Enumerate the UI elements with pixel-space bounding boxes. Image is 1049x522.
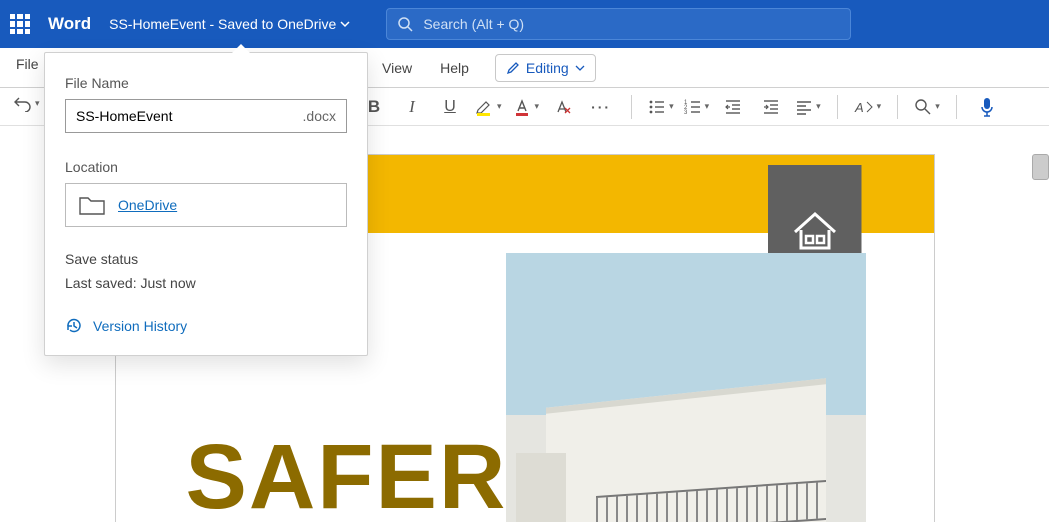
- clear-formatting-button[interactable]: [549, 93, 577, 121]
- search-icon: [914, 98, 932, 116]
- search-input[interactable]: Search (Alt + Q): [386, 8, 851, 40]
- chevron-down-icon: [575, 63, 585, 73]
- filename-extension: .docx: [303, 108, 336, 124]
- styles-icon: A: [854, 98, 874, 116]
- location-button[interactable]: OneDrive: [65, 183, 347, 227]
- chevron-down-icon: ▾: [35, 98, 40, 109]
- chevron-down-icon: ▾: [877, 101, 882, 112]
- svg-text:3: 3: [684, 110, 688, 116]
- separator: [837, 95, 838, 119]
- microphone-icon: [979, 97, 995, 117]
- search-icon: [397, 16, 413, 32]
- styles-button[interactable]: A ▾: [854, 98, 882, 116]
- dictate-button[interactable]: [973, 93, 1001, 121]
- number-list-icon: 123: [684, 98, 702, 116]
- highlighter-icon: [474, 97, 494, 117]
- increase-indent-button[interactable]: [757, 93, 785, 121]
- chevron-down-icon: [340, 19, 350, 29]
- document-title-text: SS-HomeEvent - Saved to OneDrive: [109, 16, 336, 32]
- bullets-button[interactable]: ▾: [648, 98, 674, 116]
- filename-input[interactable]: [76, 108, 303, 124]
- chevron-down-icon: ▾: [669, 101, 674, 112]
- editing-mode-dropdown[interactable]: Editing: [495, 54, 596, 82]
- italic-button[interactable]: I: [398, 93, 426, 121]
- undo-icon: [12, 94, 32, 112]
- filename-input-wrap[interactable]: .docx: [65, 99, 347, 133]
- save-status-label: Save status: [65, 251, 347, 267]
- clear-format-icon: [554, 98, 572, 116]
- decrease-indent-button[interactable]: [719, 93, 747, 121]
- folder-icon: [78, 194, 106, 216]
- chevron-down-icon: ▾: [497, 101, 502, 112]
- app-launcher-icon[interactable]: [10, 14, 30, 34]
- find-button[interactable]: ▾: [914, 98, 940, 116]
- align-button[interactable]: ▾: [795, 98, 821, 116]
- save-status-value: Last saved: Just now: [65, 275, 347, 291]
- document-title-dropdown[interactable]: SS-HomeEvent - Saved to OneDrive: [109, 16, 350, 32]
- hero-image: [506, 253, 866, 522]
- tab-help[interactable]: Help: [438, 56, 471, 80]
- chevron-down-icon: ▾: [816, 101, 821, 112]
- pen-icon: [506, 61, 520, 75]
- chevron-down-icon: ▾: [535, 101, 540, 112]
- highlight-button[interactable]: ▾: [474, 97, 502, 117]
- more-formatting-button[interactable]: ···: [587, 93, 615, 121]
- filename-label: File Name: [65, 75, 347, 91]
- bullet-list-icon: [648, 98, 666, 116]
- app-name: Word: [48, 14, 91, 34]
- scrollbar-thumb[interactable]: [1032, 154, 1049, 180]
- svg-text:A: A: [854, 100, 864, 115]
- version-history-label: Version History: [93, 318, 187, 334]
- numbering-button[interactable]: 123 ▾: [684, 98, 710, 116]
- tab-file[interactable]: File: [16, 56, 39, 72]
- hero-heading: SAFER: [186, 425, 508, 522]
- chevron-down-icon: ▾: [935, 101, 940, 112]
- outdent-icon: [724, 98, 742, 116]
- underline-button[interactable]: U: [436, 93, 464, 121]
- separator: [631, 95, 632, 119]
- editing-mode-label: Editing: [526, 60, 569, 76]
- font-color-button[interactable]: ▾: [512, 97, 540, 117]
- tab-view[interactable]: View: [380, 56, 414, 80]
- history-icon: [65, 317, 83, 335]
- indent-icon: [762, 98, 780, 116]
- location-label: Location: [65, 159, 347, 175]
- version-history-link[interactable]: Version History: [65, 317, 347, 335]
- filename-flyout: File Name .docx Location OneDrive Save s…: [44, 52, 368, 356]
- location-link[interactable]: OneDrive: [118, 197, 177, 213]
- chevron-down-icon: ▾: [705, 101, 710, 112]
- font-color-icon: [512, 97, 532, 117]
- separator: [897, 95, 898, 119]
- undo-button[interactable]: ▾: [12, 94, 40, 112]
- align-left-icon: [795, 98, 813, 116]
- separator: [956, 95, 957, 119]
- search-placeholder: Search (Alt + Q): [423, 16, 524, 32]
